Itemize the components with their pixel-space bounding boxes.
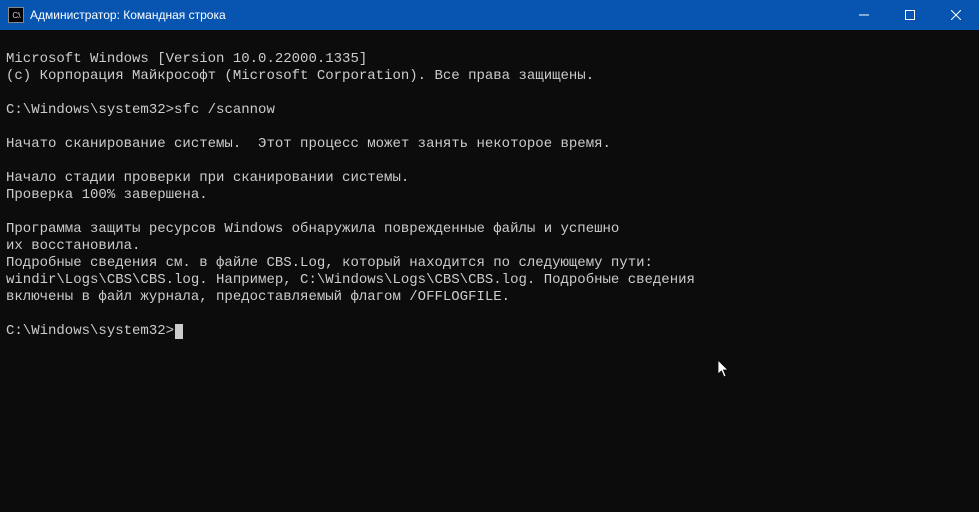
maximize-icon xyxy=(905,10,915,20)
close-button[interactable] xyxy=(933,0,979,30)
window-title: Администратор: Командная строка xyxy=(30,8,226,22)
verify-stage-line: Начало стадии проверки при сканировании … xyxy=(6,170,409,186)
maximize-button[interactable] xyxy=(887,0,933,30)
details-line: Подробные сведения см. в файле CBS.Log, … xyxy=(6,255,653,271)
scan-started-line: Начато сканирование системы. Этот процес… xyxy=(6,136,611,152)
result-line: их восстановила. xyxy=(6,238,140,254)
details-line: включены в файл журнала, предоставляемый… xyxy=(6,289,510,305)
close-icon xyxy=(951,10,961,20)
command-text: sfc /scannow xyxy=(174,102,275,118)
text-cursor xyxy=(175,324,183,339)
minimize-icon xyxy=(859,10,869,20)
prompt-path: C:\Windows\system32> xyxy=(6,102,174,118)
version-line: Microsoft Windows [Version 10.0.22000.13… xyxy=(6,51,367,67)
mouse-cursor-icon xyxy=(718,360,730,379)
minimize-button[interactable] xyxy=(841,0,887,30)
terminal-output[interactable]: Microsoft Windows [Version 10.0.22000.13… xyxy=(0,30,979,344)
cmd-icon: C:\ xyxy=(8,7,24,23)
titlebar: C:\ Администратор: Командная строка xyxy=(0,0,979,30)
details-line: windir\Logs\CBS\CBS.log. Например, C:\Wi… xyxy=(6,272,695,288)
verify-done-line: Проверка 100% завершена. xyxy=(6,187,208,203)
copyright-line: (c) Корпорация Майкрософт (Microsoft Cor… xyxy=(6,68,594,84)
prompt-path: C:\Windows\system32> xyxy=(6,323,174,339)
result-line: Программа защиты ресурсов Windows обнару… xyxy=(6,221,619,237)
